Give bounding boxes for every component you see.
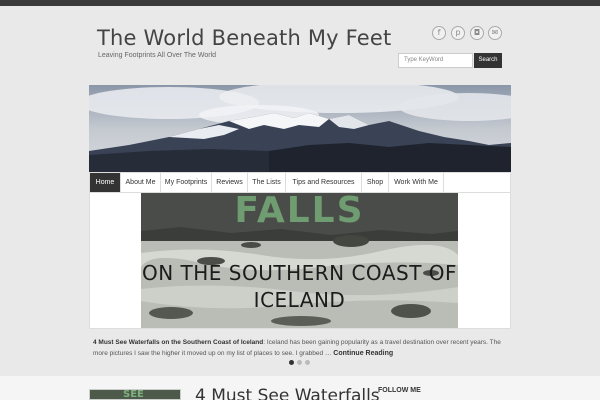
instagram-icon[interactable]: ◘ (470, 26, 484, 40)
nav-item-the-lists[interactable]: The Lists (248, 173, 286, 192)
slide-excerpt-title[interactable]: 4 Must See Waterfalls on the Southern Co… (93, 339, 263, 346)
continue-reading-link[interactable]: Continue Reading (333, 350, 393, 357)
header-banner-image (89, 85, 511, 172)
slider-dot-2[interactable] (297, 360, 302, 365)
search-input[interactable]: Type KeyWord (398, 53, 473, 68)
slide-image[interactable]: FALLS ON THE SOUTHERN COAST OF ICELAND (141, 193, 458, 328)
slide-heading-line1: ON THE SOUTHERN COAST OF (141, 261, 458, 285)
nav-item-tips-and-resources[interactable]: Tips and Resources (286, 173, 362, 192)
post-title[interactable]: 4 Must See Waterfalls (195, 386, 380, 400)
main-nav: Home About Me My Footprints Reviews The … (89, 172, 511, 193)
slider-dot-1[interactable] (289, 360, 294, 365)
slide-excerpt: 4 Must See Waterfalls on the Southern Co… (93, 337, 505, 359)
facebook-icon[interactable]: f (432, 26, 446, 40)
nav-item-about-me[interactable]: About Me (121, 173, 161, 192)
slide-heading-line2: ICELAND (253, 288, 346, 312)
top-bar (0, 0, 600, 6)
nav-item-work-with-me[interactable]: Work With Me (389, 173, 444, 192)
nav-item-shop[interactable]: Shop (362, 173, 389, 192)
site-tagline: Leaving Footprints All Over The World (98, 52, 217, 59)
search-button[interactable]: Search (474, 53, 502, 68)
slider-dot-3[interactable] (305, 360, 310, 365)
post-thumbnail[interactable]: SEE (89, 389, 181, 400)
site-title[interactable]: The World Beneath My Feet (97, 26, 391, 50)
email-icon[interactable]: ✉ (488, 26, 502, 40)
nav-item-my-footprints[interactable]: My Footprints (161, 173, 212, 192)
slide-heading-falls: FALLS (234, 193, 365, 231)
sidebar-follow-heading: FOLLOW ME (378, 387, 421, 394)
pinterest-icon[interactable]: p (451, 26, 465, 40)
nav-item-home[interactable]: Home (90, 173, 121, 192)
post-thumbnail-text: SEE (123, 389, 144, 400)
nav-item-reviews[interactable]: Reviews (212, 173, 248, 192)
